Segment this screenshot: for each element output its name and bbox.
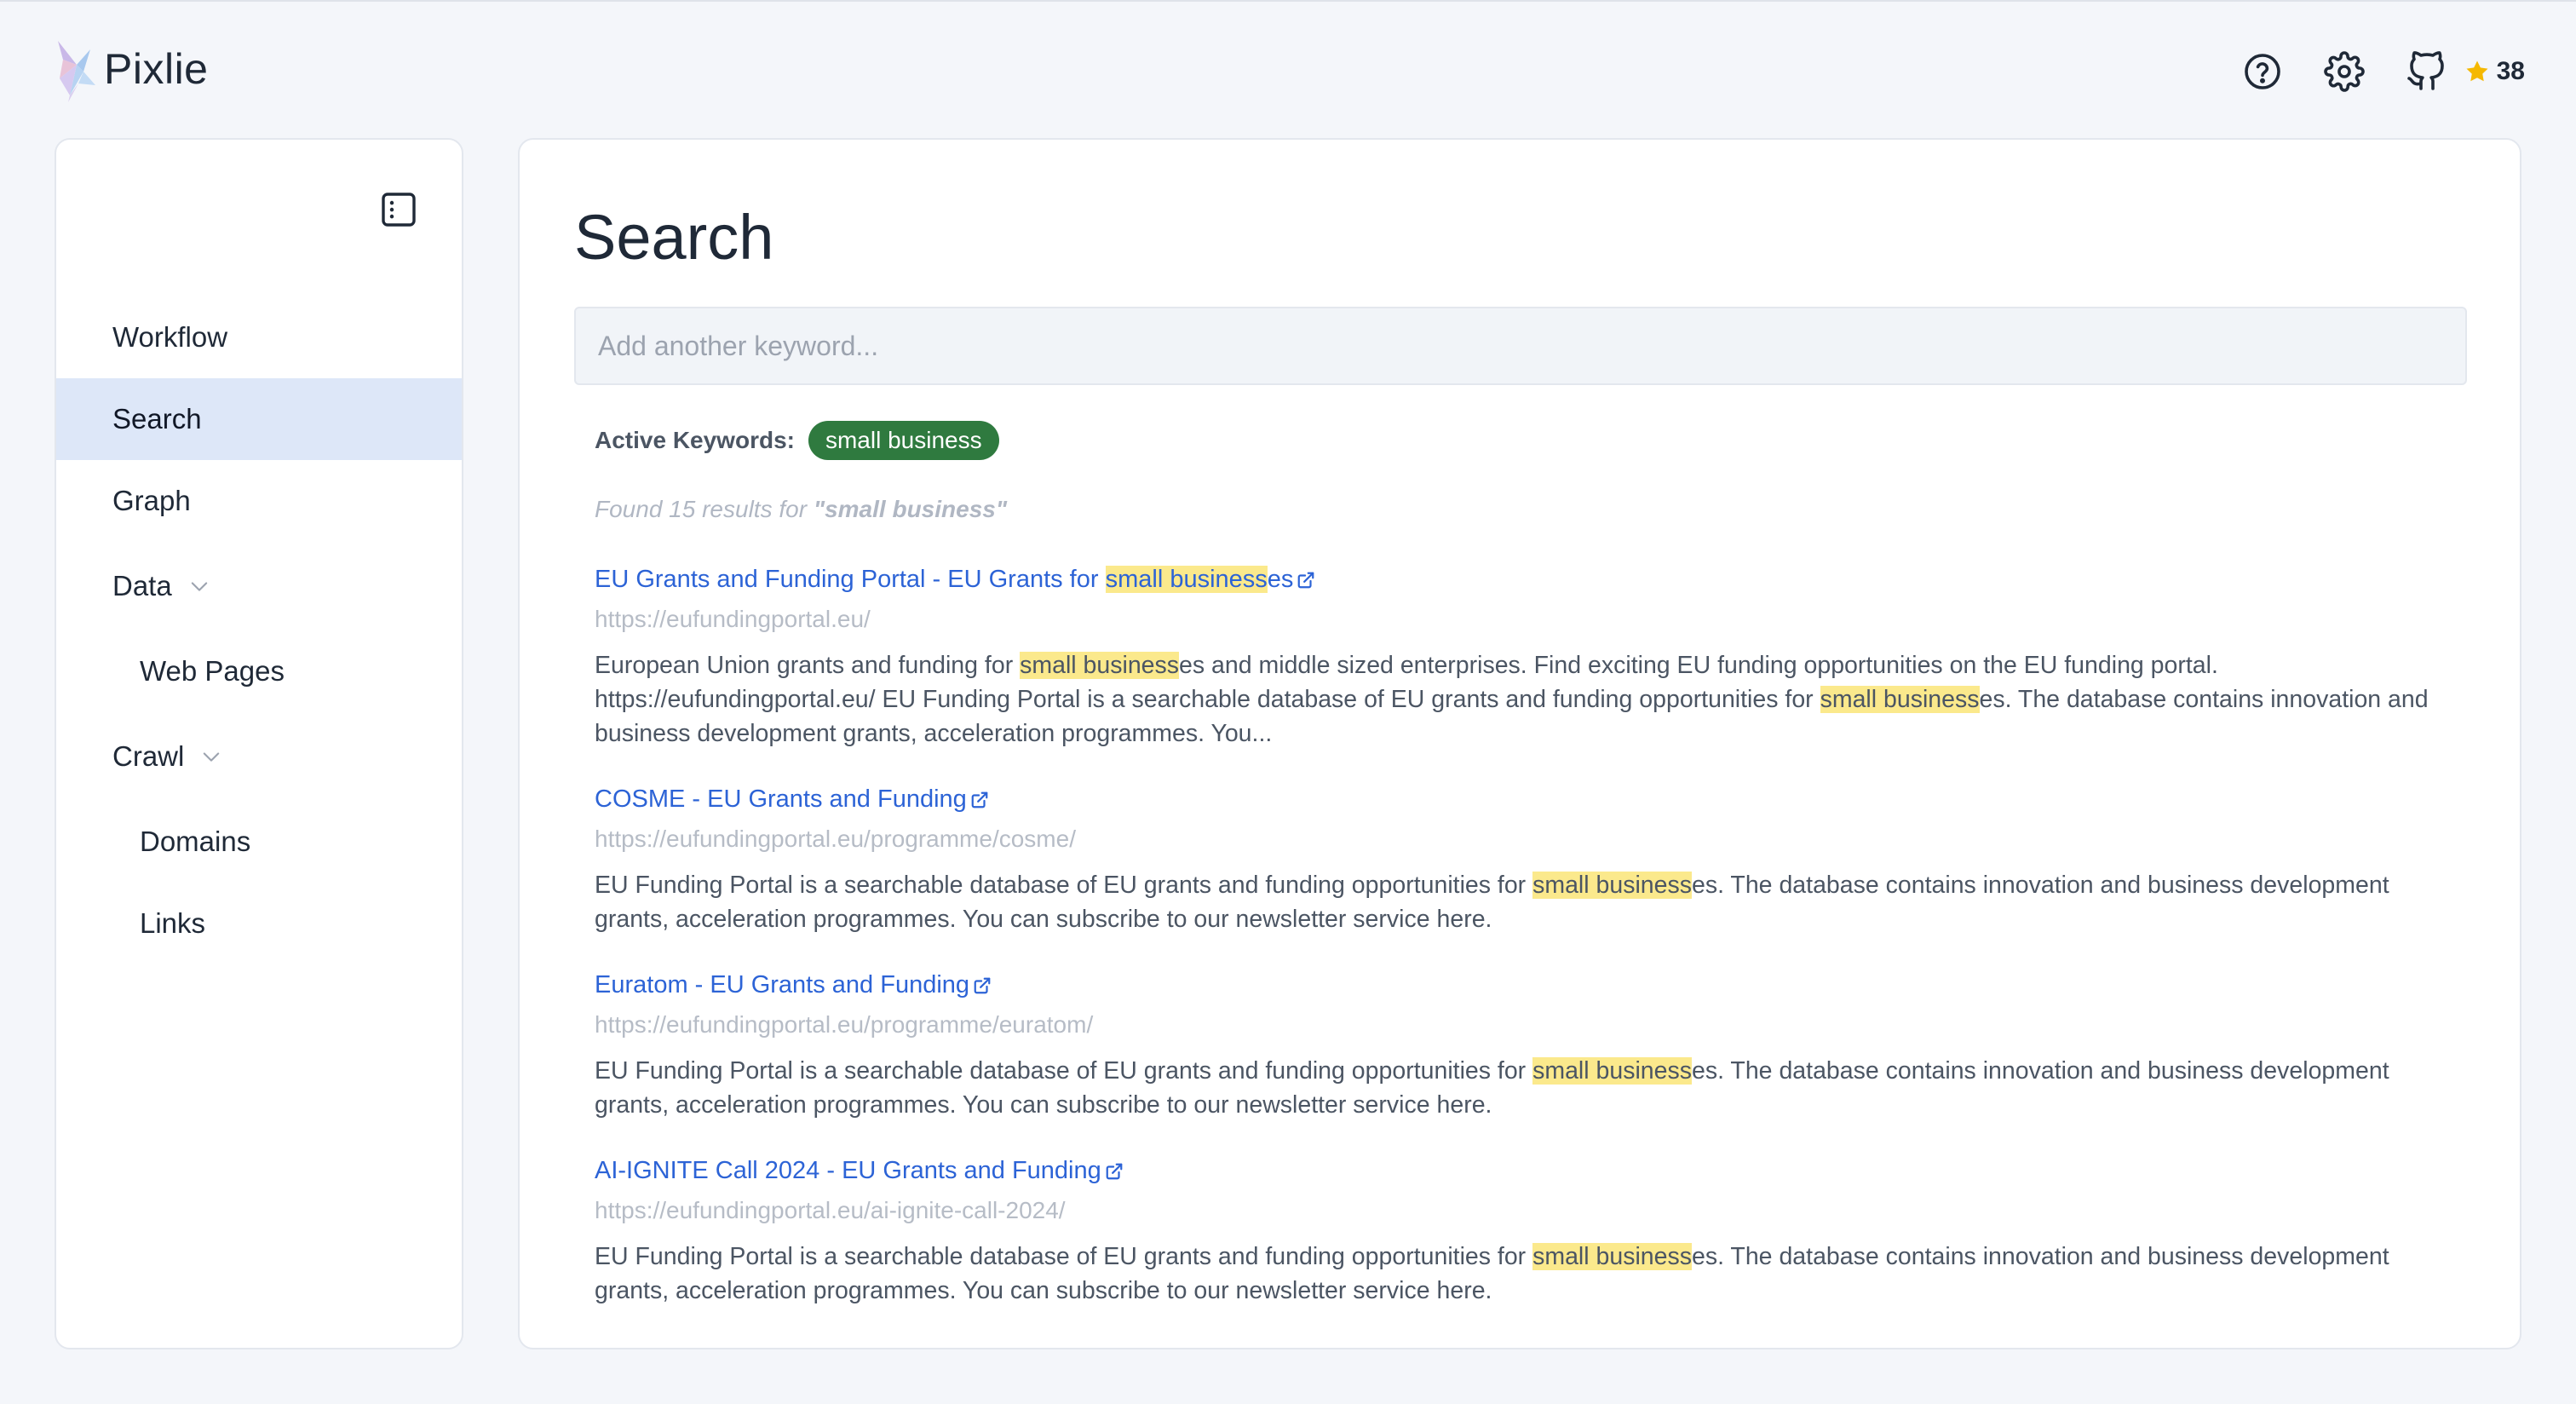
result-title-text: es <box>1267 566 1294 593</box>
result-url: https://eufundingportal.eu/ai-ignite-cal… <box>595 1197 1066 1223</box>
settings-button[interactable] <box>2321 49 2367 95</box>
chevron-down-icon <box>191 582 207 591</box>
results-count-text: Found 15 results for <box>595 496 808 522</box>
sidebar-item-search[interactable]: Search <box>56 378 462 460</box>
sidebar-item-label: Workflow <box>112 321 228 353</box>
result-title-link[interactable]: EU Grants and Funding Portal - EU Grants… <box>595 566 1315 594</box>
github-stars[interactable]: 38 <box>2464 57 2525 86</box>
result-snippet: EU Funding Portal is a searchable databa… <box>595 872 2389 933</box>
sidebar-item-label: Graph <box>112 485 191 516</box>
sidebar-item-label: Search <box>112 403 202 434</box>
help-button[interactable] <box>2240 49 2286 95</box>
sidebar-item-label: Web Pages <box>140 655 285 687</box>
chevron-down-icon <box>204 752 220 762</box>
external-link-icon <box>971 791 988 808</box>
sidebar-item-web-pages[interactable]: Web Pages <box>56 630 462 712</box>
keyword-highlight: small business <box>1820 686 1980 713</box>
sidebar-collapse-button[interactable] <box>378 189 419 230</box>
result-title-text: Euratom - EU Grants and Funding <box>595 971 970 998</box>
star-count: 38 <box>2496 57 2525 85</box>
result-title-link[interactable]: Euratom - EU Grants and Funding <box>595 971 992 999</box>
keyword-highlight: small business <box>1532 872 1692 899</box>
app-name: Pixlie <box>104 45 209 93</box>
sidebar-item-label: Links <box>140 907 206 939</box>
result-url: https://eufundingportal.eu/ <box>595 606 871 632</box>
result-snippet: European Union grants and funding for sm… <box>595 652 2429 747</box>
keyword-chip[interactable]: small business <box>808 421 999 460</box>
results-query: "small business" <box>813 496 1008 522</box>
sidebar-nav: Workflow Search Graph Data Web Pages Cra… <box>56 296 462 964</box>
github-button[interactable] <box>2403 49 2449 95</box>
sidebar-item-data[interactable]: Data <box>56 545 462 627</box>
gear-icon <box>2323 51 2365 92</box>
sidebar-item-links[interactable]: Links <box>56 883 462 964</box>
top-bar: Pixlie 38 <box>0 0 2576 136</box>
search-result: COSME - EU Grants and Funding https://eu… <box>595 785 2469 936</box>
result-title-text: COSME - EU Grants and Funding <box>595 785 967 813</box>
sidebar-item-graph[interactable]: Graph <box>56 460 462 542</box>
result-title-text: EU Grants and Funding Portal - EU Grants… <box>595 566 1106 593</box>
keyword-highlight: small business <box>1105 566 1268 593</box>
sidebar-item-workflow[interactable]: Workflow <box>56 296 462 378</box>
result-url: https://eufundingportal.eu/programme/cos… <box>595 826 1076 852</box>
search-result: Euratom - EU Grants and Funding https://… <box>595 971 2469 1122</box>
keyword-highlight: small business <box>1020 652 1180 679</box>
sidebar-item-label: Data <box>112 570 172 601</box>
result-url: https://eufundingportal.eu/programme/eur… <box>595 1011 1094 1038</box>
external-link-icon <box>1106 1163 1123 1179</box>
keyword-highlight: small business <box>1532 1243 1692 1270</box>
app-logo[interactable]: Pixlie <box>51 34 208 104</box>
keyword-search-input[interactable] <box>574 307 2467 385</box>
result-snippet: EU Funding Portal is a searchable databa… <box>595 1057 2389 1119</box>
sidebar: Workflow Search Graph Data Web Pages Cra… <box>55 138 463 1349</box>
results-count: Found 15 results for "small business" <box>595 496 1007 523</box>
external-link-icon <box>974 977 991 993</box>
sidebar-item-domains[interactable]: Domains <box>56 801 462 883</box>
result-title-link[interactable]: AI-IGNITE Call 2024 - EU Grants and Fund… <box>595 1157 1124 1185</box>
sidebar-toggle-icon <box>382 193 416 227</box>
sidebar-item-label: Crawl <box>112 740 185 772</box>
result-title-link[interactable]: COSME - EU Grants and Funding <box>595 785 989 814</box>
sidebar-item-label: Domains <box>140 826 251 857</box>
github-icon <box>2406 51 2444 90</box>
search-result: EU Grants and Funding Portal - EU Grants… <box>595 566 2469 751</box>
result-title-text: AI-IGNITE Call 2024 - EU Grants and Fund… <box>595 1157 1101 1184</box>
star-icon <box>2466 60 2488 82</box>
active-keywords: Active Keywords: small business <box>595 421 999 460</box>
sidebar-item-crawl[interactable]: Crawl <box>56 716 462 797</box>
active-keywords-label: Active Keywords: <box>595 427 795 453</box>
external-link-icon <box>1298 572 1314 588</box>
keyword-highlight: small business <box>1532 1057 1692 1085</box>
pixlie-logo-icon <box>58 41 95 102</box>
search-result: AI-IGNITE Call 2024 - EU Grants and Fund… <box>595 1157 2469 1308</box>
page-title: Search <box>574 202 774 273</box>
main-panel: Search Active Keywords: small business F… <box>518 138 2521 1349</box>
result-snippet: EU Funding Portal is a searchable databa… <box>595 1243 2389 1304</box>
help-icon <box>2244 54 2280 89</box>
header-actions: 38 <box>2240 49 2525 95</box>
